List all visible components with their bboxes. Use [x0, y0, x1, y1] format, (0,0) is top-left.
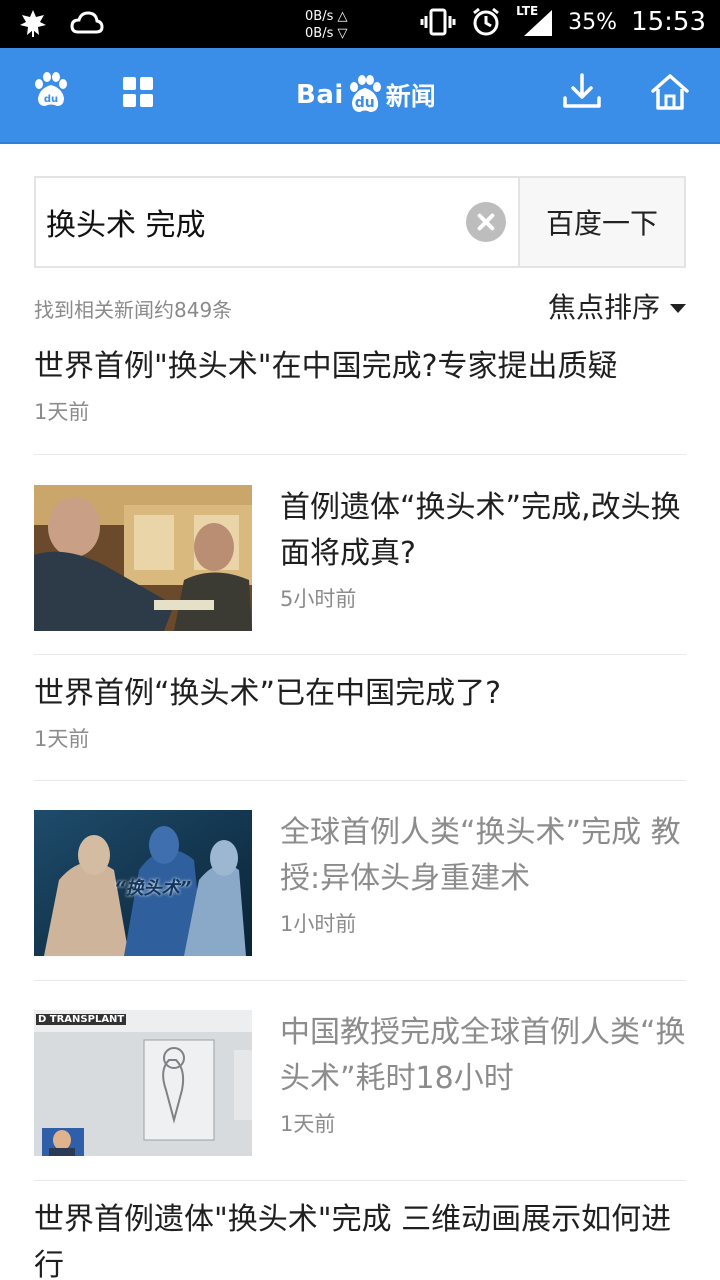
logo-du-text: du — [354, 95, 375, 111]
news-title[interactable]: 世界首例“换头术”已在中国完成了? — [34, 671, 686, 717]
thumbnail-caption: “换头术” — [114, 878, 192, 899]
baidu-news-logo[interactable]: Bai du 新闻 — [296, 70, 436, 120]
news-item[interactable]: 世界首例"换头术"在中国完成?专家提出质疑 1天前 — [34, 338, 686, 455]
app-header: du Bai du 新闻 — [0, 48, 720, 144]
news-item[interactable]: 世界首例遗体"换头术"完成 三维动画展示如何进行 — [34, 1181, 686, 1280]
status-bar: 0B/s △ 0B/s ▽ LTE 35% 15:53 — [0, 0, 720, 48]
svg-text:du: du — [44, 94, 58, 105]
vibrate-icon — [420, 8, 456, 36]
grid-icon[interactable] — [122, 76, 154, 108]
logo-news-text: 新闻 — [385, 82, 436, 111]
news-time: 1小时前 — [280, 912, 357, 936]
news-time: 1天前 — [34, 727, 90, 751]
news-time: 5小时前 — [280, 587, 357, 611]
news-time: 1天前 — [34, 400, 90, 424]
result-count: 找到相关新闻约849条 — [34, 298, 233, 322]
download-icon[interactable] — [562, 72, 602, 112]
news-title[interactable]: 全球首例人类“换头术”完成 教授:异体头身重建术 — [280, 810, 686, 902]
news-item[interactable]: D TRANSPLANT 中国教授完成全球首例人类“换头术”耗时18小时 1天前 — [34, 981, 686, 1181]
signal-icon: LTE — [516, 4, 554, 38]
clear-search-icon[interactable] — [466, 202, 506, 242]
sort-dropdown[interactable]: 焦点排序 — [548, 286, 686, 326]
logo-paw-du: du — [346, 75, 384, 115]
news-item[interactable]: 首例遗体“换头术”完成,改头换面将成真? 5小时前 — [34, 455, 686, 655]
cloud-icon — [70, 11, 104, 34]
news-time: 1天前 — [280, 1112, 336, 1136]
net-down-speed: 0B/s ▽ — [305, 26, 348, 41]
search-box: 百度一下 — [34, 176, 686, 268]
news-title[interactable]: 首例遗体“换头术”完成,改头换面将成真? — [280, 485, 686, 577]
net-up-speed: 0B/s △ — [305, 9, 348, 24]
home-icon[interactable] — [650, 72, 690, 112]
caret-down-icon — [670, 303, 686, 313]
news-thumbnail[interactable]: D TRANSPLANT — [34, 1010, 252, 1156]
clock-time: 15:53 — [631, 7, 706, 37]
search-input[interactable] — [36, 178, 518, 266]
news-thumbnail[interactable] — [34, 485, 252, 631]
news-title[interactable]: 中国教授完成全球首例人类“换头术”耗时18小时 — [280, 1010, 686, 1102]
news-title[interactable]: 世界首例"换头术"在中国完成?专家提出质疑 — [34, 344, 686, 390]
logo-bai-text: Bai — [296, 80, 344, 110]
alarm-icon — [473, 7, 500, 36]
search-button[interactable]: 百度一下 — [518, 178, 684, 266]
battery-percent: 35% — [568, 9, 618, 35]
paw-icon[interactable]: du — [30, 70, 70, 110]
news-title[interactable]: 世界首例遗体"换头术"完成 三维动画展示如何进行 — [34, 1197, 686, 1280]
news-thumbnail[interactable]: “换头术” — [34, 810, 252, 956]
thumbnail-caption: D TRANSPLANT — [36, 1014, 127, 1025]
network-speed: 0B/s △ 0B/s ▽ — [305, 8, 347, 42]
sort-label: 焦点排序 — [547, 291, 660, 324]
news-item[interactable]: 世界首例“换头术”已在中国完成了? 1天前 — [34, 655, 686, 781]
news-item[interactable]: “换头术” 全球首例人类“换头术”完成 教授:异体头身重建术 1小时前 — [34, 781, 686, 981]
leaf-icon — [20, 10, 46, 37]
